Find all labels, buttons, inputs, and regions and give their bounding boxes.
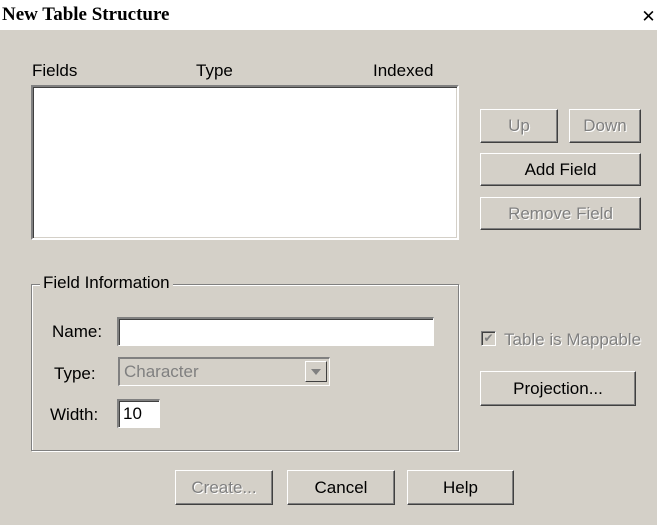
width-field[interactable] <box>117 399 160 428</box>
fields-list[interactable] <box>31 85 459 240</box>
table-is-mappable-label: Table is Mappable <box>504 330 642 349</box>
down-button[interactable]: Down <box>569 109 641 143</box>
chevron-down-icon[interactable] <box>305 361 327 382</box>
title-bar: New Table Structure ✕ <box>0 0 657 30</box>
column-header-indexed: Indexed <box>373 61 434 80</box>
remove-field-button[interactable]: Remove Field <box>480 197 641 230</box>
close-icon[interactable]: ✕ <box>640 7 657 27</box>
field-information-title: Field Information <box>40 273 173 293</box>
help-button[interactable]: Help <box>407 470 514 505</box>
add-field-button[interactable]: Add Field <box>480 153 641 186</box>
type-select[interactable]: Character <box>118 357 330 386</box>
up-button[interactable]: Up <box>480 109 558 143</box>
projection-button[interactable]: Projection... <box>480 371 636 406</box>
column-header-type: Type <box>196 61 233 80</box>
cancel-button[interactable]: Cancel <box>287 470 395 505</box>
new-table-structure-dialog: New Table Structure ✕ Fields Type Indexe… <box>0 0 657 525</box>
name-label: Name: <box>52 322 103 341</box>
width-label: Width: <box>50 405 99 424</box>
type-select-value: Character <box>124 362 199 381</box>
name-field[interactable] <box>117 317 434 346</box>
dialog-title: New Table Structure <box>2 4 170 25</box>
type-label: Type: <box>54 364 96 383</box>
column-header-fields: Fields <box>32 61 78 80</box>
create-button[interactable]: Create... <box>175 470 273 505</box>
checkmark-icon: ✔ <box>481 331 496 346</box>
